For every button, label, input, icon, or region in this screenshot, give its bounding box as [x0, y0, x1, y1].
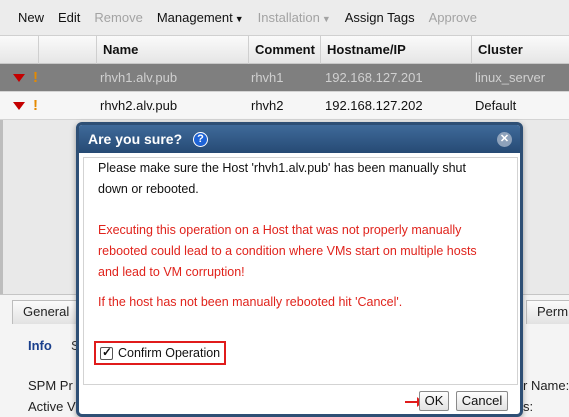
installation-menu: Installation ▼ — [258, 10, 331, 25]
edit-button[interactable]: Edit — [58, 10, 80, 25]
hosts-toolbar: New Edit Remove Management ▼ Installation… — [0, 0, 569, 36]
column-header-cluster[interactable]: Cluster — [471, 36, 569, 64]
column-header-comment[interactable]: Comment — [248, 36, 320, 64]
ok-button[interactable]: OK — [419, 391, 449, 411]
close-icon[interactable]: ✕ — [497, 132, 512, 147]
remove-button: Remove — [94, 10, 143, 25]
host-name: rhvh1.alv.pub — [100, 70, 178, 85]
down-arrow-icon — [13, 74, 25, 82]
question-mark-icon[interactable]: ? — [193, 132, 208, 147]
status-column-header — [0, 36, 38, 64]
confirm-operation-label[interactable]: Confirm Operation — [118, 346, 220, 360]
assign-tags-button[interactable]: Assign Tags — [345, 10, 415, 25]
new-button[interactable]: New — [18, 10, 44, 25]
warning-line: rebooted could lead to a condition where… — [98, 244, 477, 258]
cancel-hint: If the host has not been manually reboot… — [98, 295, 403, 309]
dialog-title: Are you sure? — [88, 131, 183, 147]
spm-priority-label: SPM Pr — [28, 378, 73, 393]
host-ip: 192.168.127.201 — [325, 70, 423, 85]
host-name: rhvh2.alv.pub — [100, 98, 178, 113]
hosts-grid-header: Name Comment Hostname/IP Cluster — [0, 36, 569, 64]
installation-label: Installation — [257, 10, 320, 25]
host-ip: 192.168.127.202 — [325, 98, 423, 113]
alert-column-header — [38, 36, 96, 64]
table-row[interactable]: ! rhvh1.alv.pub rhvh1 192.168.127.201 li… — [0, 64, 569, 92]
tab-permissions[interactable]: Perm — [526, 300, 569, 324]
host-cluster: Default — [475, 98, 517, 113]
right-name-label: r Name: — [523, 378, 569, 393]
tab-general[interactable]: General — [12, 300, 81, 324]
table-row[interactable]: ! rhvh2.alv.pub rhvh2 192.168.127.202 De… — [0, 92, 569, 120]
host-cluster: linux_server — [475, 70, 546, 85]
confirm-dialog: Are you sure? ? ✕ Please make sure the H… — [76, 122, 523, 417]
host-comment: rhvh1 — [251, 70, 284, 85]
column-header-hostname[interactable]: Hostname/IP — [320, 36, 471, 64]
cancel-button[interactable]: Cancel — [456, 391, 508, 411]
exclamation-icon: ! — [33, 97, 38, 114]
dialog-body: Please make sure the Host 'rhvh1.alv.pub… — [83, 157, 518, 385]
warning-line: Executing this operation on a Host that … — [98, 223, 462, 237]
host-comment: rhvh2 — [251, 98, 284, 113]
caret-down-icon: ▼ — [234, 14, 244, 24]
down-arrow-icon — [13, 102, 25, 110]
management-label: Management — [156, 10, 233, 25]
active-vms-label: Active V — [28, 399, 76, 414]
right-status-label: s: — [523, 399, 534, 414]
warning-line: and lead to VM corruption! — [98, 265, 245, 279]
confirm-operation-checkbox[interactable] — [100, 345, 113, 360]
caret-down-icon: ▼ — [321, 14, 331, 24]
arrow-right-icon — [405, 397, 423, 407]
message-line: Please make sure the Host 'rhvh1.alv.pub… — [98, 161, 466, 175]
dialog-title-bar[interactable]: Are you sure? — [79, 125, 520, 153]
column-header-name[interactable]: Name — [96, 36, 248, 64]
management-menu[interactable]: Management ▼ — [157, 10, 244, 25]
exclamation-icon: ! — [33, 69, 38, 86]
approve-button: Approve — [428, 10, 478, 25]
confirm-operation-checkbox-row[interactable]: Confirm Operation — [94, 341, 227, 365]
subtab-info[interactable]: Info — [28, 338, 52, 353]
message-line: down or rebooted. — [98, 182, 199, 196]
